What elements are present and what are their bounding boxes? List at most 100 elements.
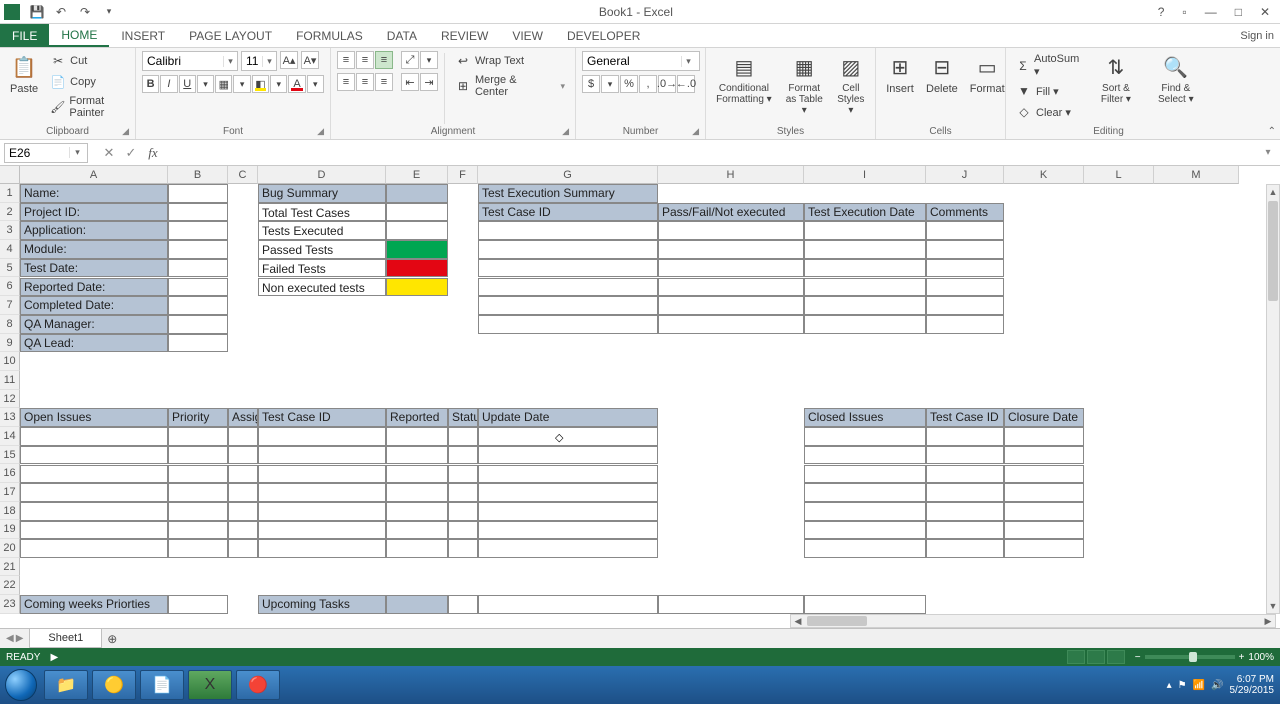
cell[interactable] [228,465,258,484]
qat-customize-icon[interactable]: ▾ [100,3,118,21]
chevron-down-icon[interactable]: ▾ [69,147,85,158]
name-box[interactable]: ▾ [4,143,88,163]
col-header-D[interactable]: D [258,166,386,184]
font-color-button[interactable]: A [288,75,305,93]
cell[interactable] [804,446,926,465]
conditional-formatting-button[interactable]: ▤Conditional Formatting ▾ [712,51,776,126]
font-size-combo[interactable]: ▾ [241,51,277,71]
expand-formula-bar-icon[interactable]: ▾ [1260,147,1276,158]
cell[interactable] [1004,446,1084,465]
cell[interactable] [1004,465,1084,484]
cell[interactable] [1004,427,1084,446]
increase-decimal-button[interactable]: .0→ [658,75,676,93]
format-painter-button[interactable]: 🖌Format Painter [46,93,129,121]
cell[interactable] [448,465,478,484]
cell[interactable]: Open Issues [20,408,168,427]
fill-color-menu[interactable]: ▾ [270,75,287,93]
cell[interactable] [168,446,228,465]
cell[interactable] [168,296,228,315]
tray-flag-icon[interactable]: ⚑ [1178,680,1187,691]
wrap-text-button[interactable]: ↩Wrap Text [451,51,569,71]
cell[interactable] [386,240,448,259]
cell[interactable] [448,483,478,502]
cell[interactable] [478,221,658,240]
cell[interactable] [20,483,168,502]
sheet-next-icon[interactable]: ▶ [16,633,24,644]
tab-pagelayout[interactable]: PAGE LAYOUT [177,24,284,47]
row-header-1[interactable]: 1 [0,184,20,203]
cell[interactable] [228,446,258,465]
decrease-font-button[interactable]: A▾ [301,51,319,69]
tab-formulas[interactable]: FORMULAS [284,24,375,47]
zoom-knob[interactable] [1189,652,1197,662]
name-box-input[interactable] [5,146,69,160]
bold-button[interactable]: B [142,75,159,93]
cell[interactable] [478,465,658,484]
task-explorer[interactable]: 📁 [44,670,88,700]
cell[interactable] [168,539,228,558]
cell[interactable] [448,502,478,521]
cell[interactable] [478,502,658,521]
cell[interactable] [448,521,478,540]
cell[interactable]: Test Execution Date [804,203,926,222]
cell[interactable] [386,427,448,446]
clear-button[interactable]: ◇Clear ▾ [1012,102,1085,122]
comma-button[interactable]: , [639,75,657,93]
cut-button[interactable]: ✂Cut [46,51,129,71]
cell[interactable] [386,483,448,502]
underline-button[interactable]: U [179,75,196,93]
cell[interactable] [228,427,258,446]
cells-area[interactable]: Name:Project ID:Application:Module:Test … [20,184,1280,628]
paste-button[interactable]: 📋 Paste [6,51,42,126]
cell[interactable] [804,465,926,484]
cell[interactable] [478,446,658,465]
vertical-scrollbar[interactable]: ▲ ▼ [1266,184,1280,614]
cell[interactable]: Application: [20,221,168,240]
insert-cells-button[interactable]: ⊞Insert [882,51,918,126]
accounting-format-button[interactable]: $ [582,75,600,93]
col-header-J[interactable]: J [926,166,1004,184]
collapse-ribbon-icon[interactable]: ⌃ [1268,126,1276,137]
cell[interactable] [478,539,658,558]
cell-styles-button[interactable]: ▨Cell Styles ▾ [833,51,869,126]
tab-view[interactable]: VIEW [500,24,555,47]
fill-button[interactable]: ▼Fill ▾ [1012,81,1085,101]
cell[interactable]: Completed Date: [20,296,168,315]
minimize-button[interactable]: — [1201,3,1221,21]
cell[interactable] [926,502,1004,521]
align-middle-button[interactable]: ≡ [356,51,374,69]
col-header-F[interactable]: F [448,166,478,184]
cell[interactable] [804,539,926,558]
cell[interactable] [478,521,658,540]
cell[interactable] [926,296,1004,315]
cell[interactable]: Closure Date [1004,408,1084,427]
cell[interactable] [386,539,448,558]
underline-menu[interactable]: ▾ [197,75,214,93]
accounting-menu[interactable]: ▾ [601,75,619,93]
format-as-table-button[interactable]: ▦Format as Table ▾ [780,51,829,126]
row-header-8[interactable]: 8 [0,315,20,334]
hscroll-thumb[interactable] [807,616,867,626]
cell[interactable] [168,259,228,278]
cell[interactable] [804,240,926,259]
cell[interactable] [804,315,926,334]
align-right-button[interactable]: ≡ [375,73,393,91]
cell[interactable] [804,278,926,297]
cell[interactable] [386,521,448,540]
cell[interactable]: Failed Tests [258,259,386,278]
indent-increase-button[interactable]: ⇥ [420,73,438,91]
col-header-K[interactable]: K [1004,166,1084,184]
cell[interactable] [386,446,448,465]
zoom-level[interactable]: 100% [1248,652,1274,663]
cell[interactable] [804,221,926,240]
cell[interactable] [658,259,804,278]
zoom-in-button[interactable]: + [1239,652,1245,663]
tray-volume-icon[interactable]: 🔊 [1211,680,1223,691]
task-app3[interactable]: 📄 [140,670,184,700]
cell[interactable] [168,427,228,446]
cell[interactable] [448,427,478,446]
cell[interactable] [658,296,804,315]
row-header-6[interactable]: 6 [0,277,20,296]
cell[interactable] [168,221,228,240]
row-header-18[interactable]: 18 [0,502,20,521]
